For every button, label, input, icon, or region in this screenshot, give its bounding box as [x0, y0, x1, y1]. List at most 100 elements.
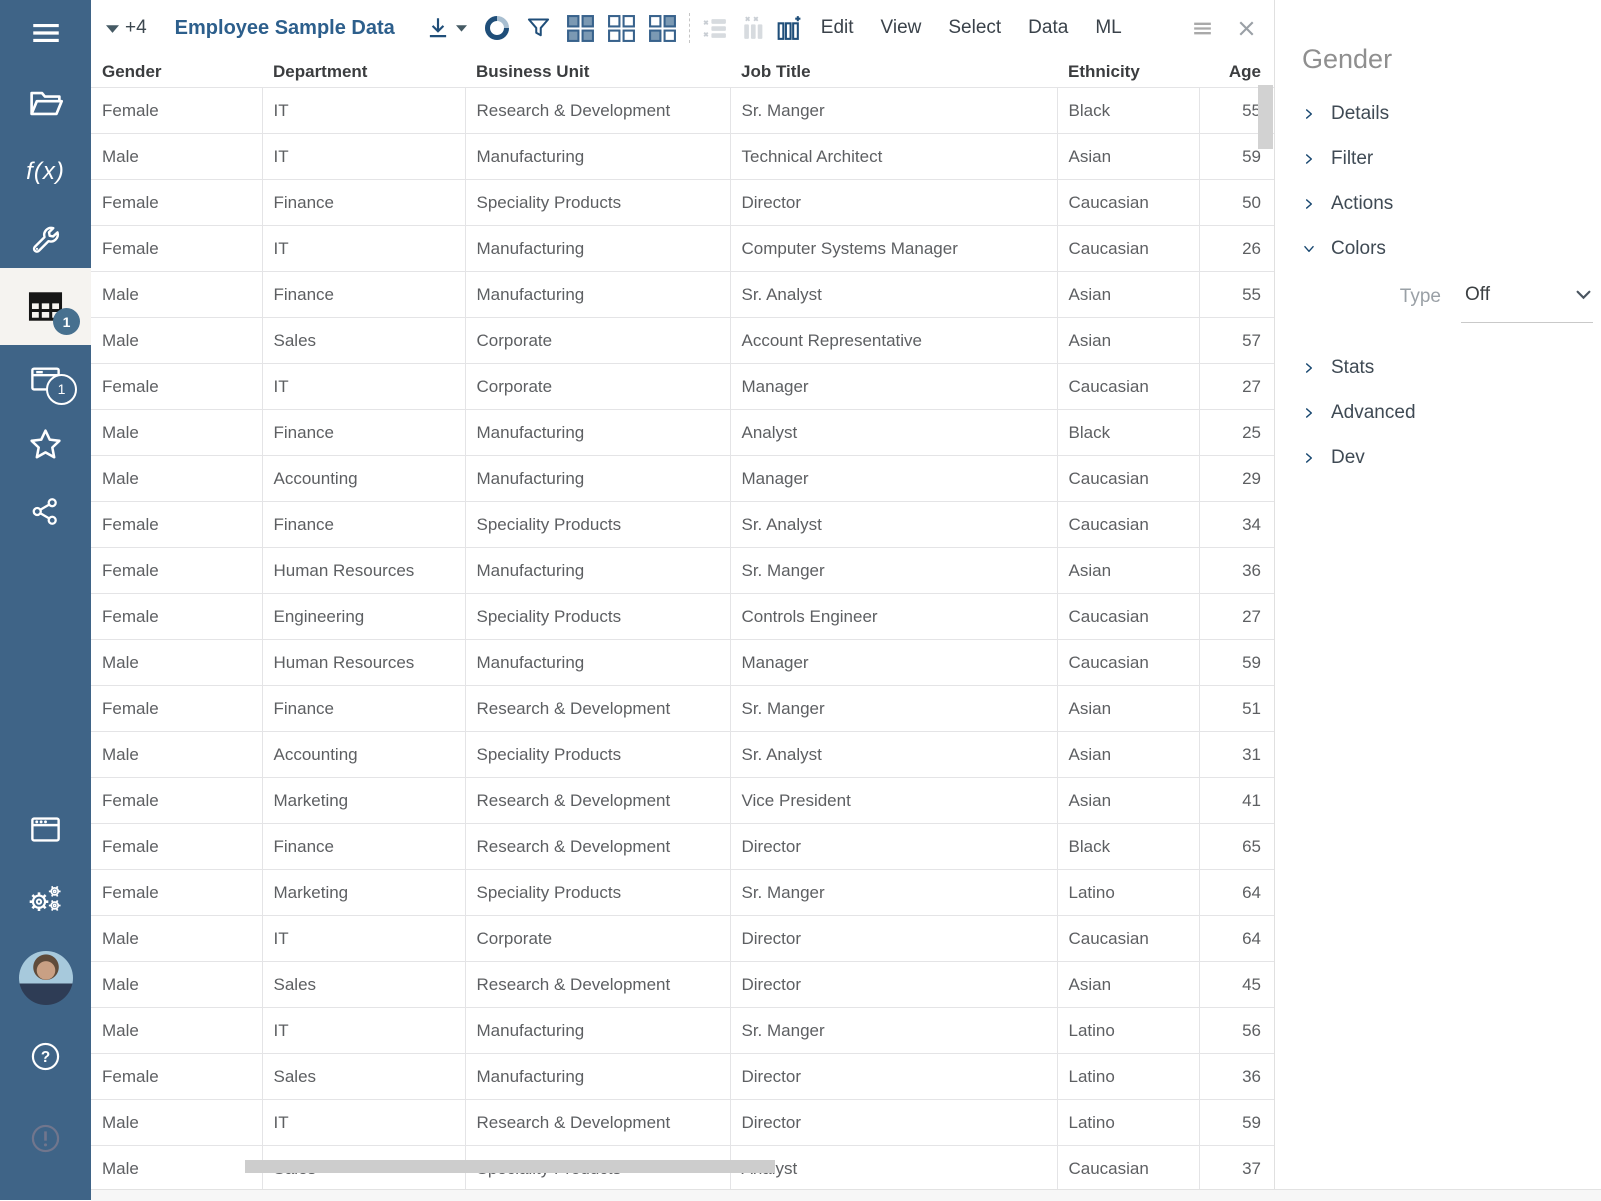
cell[interactable]: 36 [1199, 547, 1274, 594]
cell[interactable]: Finance [262, 271, 466, 318]
sidebar-hamburger-button[interactable] [0, 6, 91, 60]
cell[interactable]: Accounting [262, 731, 466, 778]
cell[interactable]: Caucasian [1057, 915, 1200, 962]
cell[interactable]: Director [730, 823, 1058, 870]
cell[interactable]: Latino [1057, 1007, 1200, 1054]
cell[interactable]: Marketing [262, 777, 466, 824]
cell[interactable]: Director [730, 179, 1058, 226]
cell[interactable]: Female [91, 501, 263, 548]
menu-select[interactable]: Select [948, 17, 1001, 39]
cell[interactable]: Corporate [465, 317, 731, 364]
cell[interactable]: IT [262, 87, 466, 134]
cell[interactable]: Sr. Analyst [730, 271, 1058, 318]
vertical-scrollbar-thumb[interactable] [1258, 85, 1273, 149]
column-header-department[interactable]: Department [262, 56, 465, 88]
cell[interactable]: Sales [262, 1053, 466, 1100]
sidebar-item-share[interactable] [0, 484, 91, 538]
cell[interactable]: Sr. Manger [730, 685, 1058, 732]
cell[interactable]: Sales [262, 317, 466, 364]
cell[interactable]: Manufacturing [465, 639, 731, 686]
cell[interactable]: Asian [1057, 731, 1200, 778]
export-button[interactable] [425, 15, 451, 41]
cell[interactable]: Marketing [262, 869, 466, 916]
cell[interactable]: Caucasian [1057, 501, 1200, 548]
cell[interactable]: Research & Development [465, 961, 731, 1008]
cell[interactable]: Director [730, 1099, 1058, 1146]
cell[interactable]: 25 [1199, 409, 1274, 456]
cell[interactable]: Male [91, 1007, 263, 1054]
cell[interactable]: Director [730, 1053, 1058, 1100]
cell[interactable]: Male [91, 455, 263, 502]
panel-section-filter[interactable]: Filter [1302, 136, 1601, 181]
cell[interactable]: 65 [1199, 823, 1274, 870]
menu-ml[interactable]: ML [1095, 17, 1121, 39]
sidebar-item-functions[interactable]: f(x) [0, 145, 91, 199]
sidebar-item-tables[interactable]: 1 [0, 268, 91, 345]
cell[interactable]: Black [1057, 823, 1200, 870]
cell[interactable]: 36 [1199, 1053, 1274, 1100]
cell[interactable]: Manufacturing [465, 409, 731, 456]
sidebar-item-favorites[interactable] [0, 417, 91, 471]
view-mixed-button[interactable] [648, 14, 677, 43]
cell[interactable]: Latino [1057, 869, 1200, 916]
cell[interactable]: Finance [262, 823, 466, 870]
cell[interactable]: Latino [1057, 1053, 1200, 1100]
cell[interactable]: Sr. Manger [730, 869, 1058, 916]
cell[interactable]: Male [91, 1145, 263, 1189]
remove-rows-button[interactable] [700, 14, 729, 43]
cell[interactable]: Female [91, 179, 263, 226]
cell[interactable]: IT [262, 225, 466, 272]
cell[interactable]: Corporate [465, 363, 731, 410]
cell[interactable]: Asian [1057, 547, 1200, 594]
cell[interactable]: 41 [1199, 777, 1274, 824]
cell[interactable]: 29 [1199, 455, 1274, 502]
menu-edit[interactable]: Edit [821, 17, 854, 39]
cell[interactable]: 37 [1199, 1145, 1274, 1189]
sidebar-item-open-project[interactable] [0, 76, 91, 130]
column-header-business-unit[interactable]: Business Unit [465, 56, 730, 88]
panel-section-colors[interactable]: Colors [1302, 226, 1601, 271]
cell[interactable]: Asian [1057, 777, 1200, 824]
cell[interactable]: Sr. Manger [730, 547, 1058, 594]
cell[interactable]: Black [1057, 409, 1200, 456]
cell[interactable]: 45 [1199, 961, 1274, 1008]
cell[interactable]: Human Resources [262, 639, 466, 686]
cell[interactable]: Finance [262, 501, 466, 548]
cell[interactable]: 55 [1199, 271, 1274, 318]
cell[interactable]: Sr. Manger [730, 1007, 1058, 1054]
column-header-gender[interactable]: Gender [91, 56, 262, 88]
cell[interactable]: 26 [1199, 225, 1274, 272]
sidebar-item-windows[interactable]: 1 [0, 351, 91, 405]
menu-view[interactable]: View [881, 17, 922, 39]
cell[interactable]: 50 [1199, 179, 1274, 226]
cell[interactable]: Male [91, 639, 263, 686]
cell[interactable]: Male [91, 1099, 263, 1146]
cell[interactable]: Vice President [730, 777, 1058, 824]
cell[interactable]: 64 [1199, 915, 1274, 962]
cell[interactable]: Male [91, 271, 263, 318]
cell[interactable]: Computer Systems Manager [730, 225, 1058, 272]
cell[interactable]: Research & Development [465, 777, 731, 824]
cell[interactable]: Speciality Products [465, 731, 731, 778]
cell[interactable]: Manufacturing [465, 271, 731, 318]
column-header-job-title[interactable]: Job Title [730, 56, 1057, 88]
cell[interactable]: Caucasian [1057, 225, 1200, 272]
panel-section-details[interactable]: Details [1302, 91, 1601, 136]
cell[interactable]: 34 [1199, 501, 1274, 548]
cell[interactable]: IT [262, 363, 466, 410]
cell[interactable]: 27 [1199, 363, 1274, 410]
filter-button[interactable] [525, 15, 552, 42]
view-table-button[interactable] [607, 14, 636, 43]
cell[interactable]: Female [91, 363, 263, 410]
cell[interactable]: 59 [1199, 1099, 1274, 1146]
cell[interactable]: Speciality Products [465, 501, 731, 548]
cell[interactable]: IT [262, 133, 466, 180]
cell[interactable]: Asian [1057, 271, 1200, 318]
cell[interactable]: Manufacturing [465, 1053, 731, 1100]
cell[interactable]: Female [91, 1053, 263, 1100]
cell[interactable]: Male [91, 317, 263, 364]
cell[interactable]: Finance [262, 179, 466, 226]
cell[interactable]: Controls Engineer [730, 593, 1058, 640]
column-header-age[interactable]: Age [1199, 56, 1274, 88]
cell[interactable]: Asian [1057, 133, 1200, 180]
